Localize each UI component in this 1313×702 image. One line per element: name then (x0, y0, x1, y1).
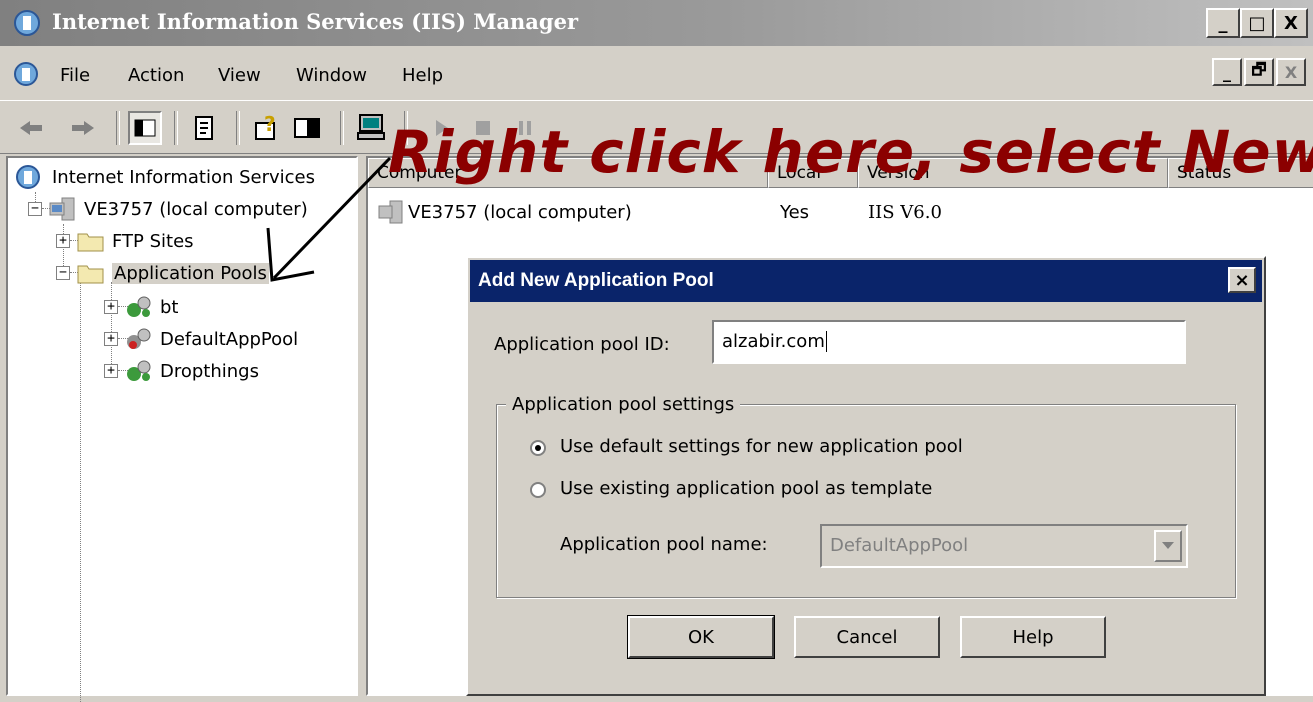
export-list-icon[interactable] (188, 111, 222, 145)
expand-toggle[interactable]: + (104, 332, 118, 346)
tree-item-pool-defaultapppool[interactable]: + DefaultAppPool (104, 324, 298, 354)
radio-existing-template[interactable] (530, 482, 546, 498)
toolbar-separator (174, 111, 178, 145)
expand-toggle[interactable]: + (56, 234, 70, 248)
cell-computer: VE3757 (local computer) (408, 201, 632, 223)
folder-icon (77, 233, 104, 252)
maximize-button[interactable]: □ (1240, 8, 1274, 38)
menu-window[interactable]: Window (296, 65, 367, 86)
expand-toggle[interactable]: + (104, 300, 118, 314)
toolbar-separator (116, 111, 120, 145)
dialog-titlebar[interactable]: Add New Application Pool (470, 260, 1262, 302)
pool-id-input[interactable]: alzabir.com (712, 320, 1186, 364)
svg-text:?: ? (264, 112, 276, 136)
show-hide-action-pane-icon[interactable] (290, 111, 324, 145)
collapse-toggle[interactable]: − (56, 266, 70, 280)
mdi-restore-button[interactable]: 🗗 (1244, 58, 1274, 86)
tree-item-label: bt (160, 296, 179, 318)
mmc-console-icon (14, 62, 38, 86)
window-title: Internet Information Services (IIS) Mana… (52, 9, 579, 34)
back-arrow-icon[interactable] (14, 111, 48, 145)
collapse-toggle[interactable]: − (28, 202, 42, 216)
window-titlebar[interactable]: Internet Information Services (IIS) Mana… (0, 0, 1313, 46)
radio-default-label[interactable]: Use default settings for new application… (560, 436, 963, 457)
group-label: Application pool settings (506, 394, 741, 415)
mdi-close-button[interactable]: X (1276, 58, 1306, 86)
app-pool-icon (127, 360, 151, 381)
pool-name-label: Application pool name: (560, 534, 768, 555)
app-pool-icon (127, 296, 151, 317)
menu-bar: File Action View Window Help _ 🗗 X (0, 50, 1313, 96)
cell-local: Yes (780, 202, 810, 223)
tree-item-label: FTP Sites (112, 230, 194, 252)
pool-id-label: Application pool ID: (494, 334, 670, 355)
folder-open-icon (77, 265, 104, 284)
help-button[interactable]: Help (960, 616, 1106, 658)
tree-item-ftp-sites[interactable]: + FTP Sites (56, 226, 194, 256)
tree-item-label: DefaultAppPool (160, 328, 299, 350)
iis-app-icon (14, 10, 40, 36)
tree-item-pool-dropthings[interactable]: + Dropthings (104, 356, 259, 386)
menu-file[interactable]: File (60, 65, 90, 86)
settings-groupbox (496, 404, 1236, 598)
ok-button[interactable]: OK (627, 615, 775, 659)
toolbar-separator (340, 111, 344, 145)
expand-toggle[interactable]: + (104, 364, 118, 378)
minimize-button[interactable]: _ (1206, 8, 1240, 38)
close-button[interactable]: X (1274, 8, 1308, 38)
toolbar-separator (236, 111, 240, 145)
tutorial-annotation: Right click here, select New (388, 118, 1313, 186)
server-icon (49, 197, 75, 221)
chevron-down-icon[interactable] (1154, 530, 1182, 562)
radio-existing-label[interactable]: Use existing application pool as templat… (560, 478, 932, 499)
dialog-close-button[interactable]: × (1228, 267, 1256, 293)
menu-action[interactable]: Action (128, 65, 184, 86)
app-pool-stopped-icon (127, 328, 151, 349)
pool-name-select[interactable]: DefaultAppPool (820, 524, 1188, 568)
iis-root-icon (16, 165, 40, 189)
show-hide-console-tree-icon[interactable] (128, 111, 162, 145)
tree-item-label: Dropthings (160, 360, 259, 382)
annotation-arrow (266, 156, 392, 282)
menu-help[interactable]: Help (402, 65, 443, 86)
mdi-minimize-button[interactable]: _ (1212, 58, 1242, 86)
dialog-title: Add New Application Pool (478, 270, 714, 291)
menu-view[interactable]: View (218, 65, 261, 86)
forward-arrow-icon[interactable] (66, 111, 100, 145)
add-app-pool-dialog[interactable]: Add New Application Pool × Application p… (466, 256, 1266, 696)
help-icon[interactable]: ? (250, 111, 284, 145)
computer-icon[interactable] (354, 111, 388, 145)
cell-version: IIS V6.0 (868, 202, 942, 223)
radio-default-settings[interactable] (530, 440, 546, 456)
tree-item-pool-bt[interactable]: + bt (104, 292, 178, 322)
table-row[interactable]: VE3757 (local computer) (378, 198, 632, 226)
tree-item-application-pools[interactable]: − Application Pools (56, 258, 269, 288)
cancel-button[interactable]: Cancel (794, 616, 940, 658)
